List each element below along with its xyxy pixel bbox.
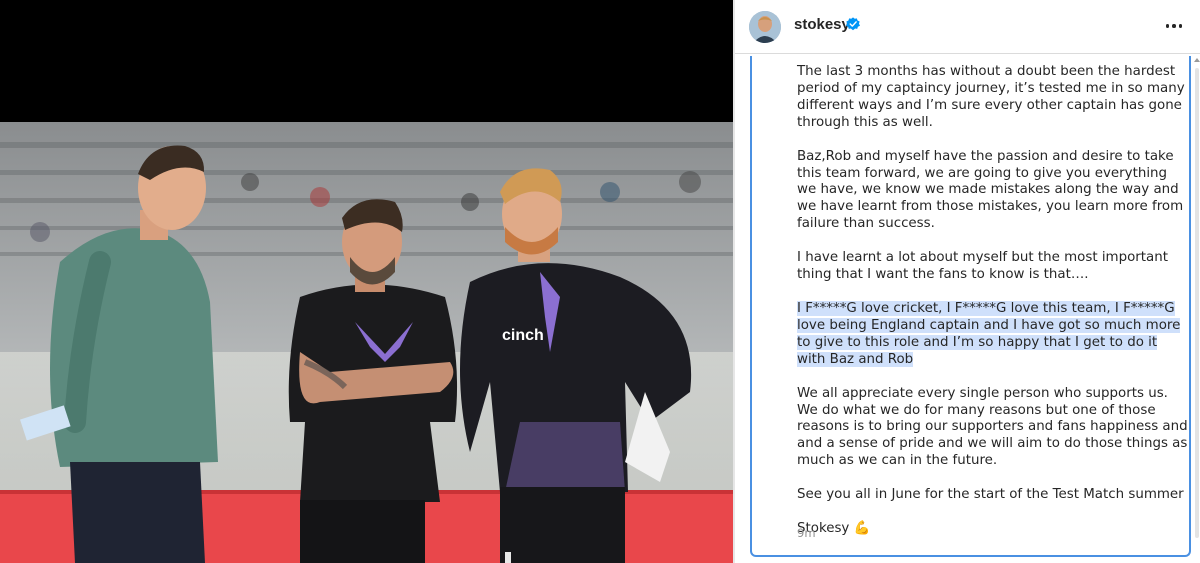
avatar[interactable] (749, 11, 781, 43)
scrollbar[interactable] (1193, 56, 1200, 549)
caption-signoff: Stokesy 💪 (797, 521, 871, 537)
caption-paragraph: The last 3 months has without a doubt be… (797, 64, 1185, 130)
more-options-icon[interactable] (1162, 14, 1186, 38)
caption-paragraph: See you all in June for the start of the… (797, 487, 1184, 503)
post-media[interactable]: cinch (0, 0, 733, 563)
post-caption: The last 3 months has without a doubt be… (797, 64, 1189, 555)
post-photo: cinch (0, 122, 733, 563)
caption-paragraph: Baz,Rob and myself have the passion and … (797, 148, 1184, 232)
username[interactable]: stokesy (794, 16, 850, 33)
post-timestamp[interactable]: 9m (797, 526, 816, 540)
caption-container[interactable]: The last 3 months has without a doubt be… (750, 56, 1200, 557)
caption-paragraph-highlighted[interactable]: I F*****G love cricket, I F*****G love t… (797, 300, 1189, 369)
caption-paragraph: I have learnt a lot about myself but the… (797, 250, 1168, 283)
verified-badge-icon (846, 17, 860, 31)
svg-text:cinch: cinch (502, 327, 544, 344)
post-header: stokesy (735, 0, 1200, 54)
post-panel: stokesy The last 3 months has without a … (735, 0, 1200, 563)
selected-text[interactable]: I F*****G love cricket, I F*****G love t… (797, 300, 1181, 367)
caption-paragraph: We all appreciate every single person wh… (797, 385, 1188, 469)
